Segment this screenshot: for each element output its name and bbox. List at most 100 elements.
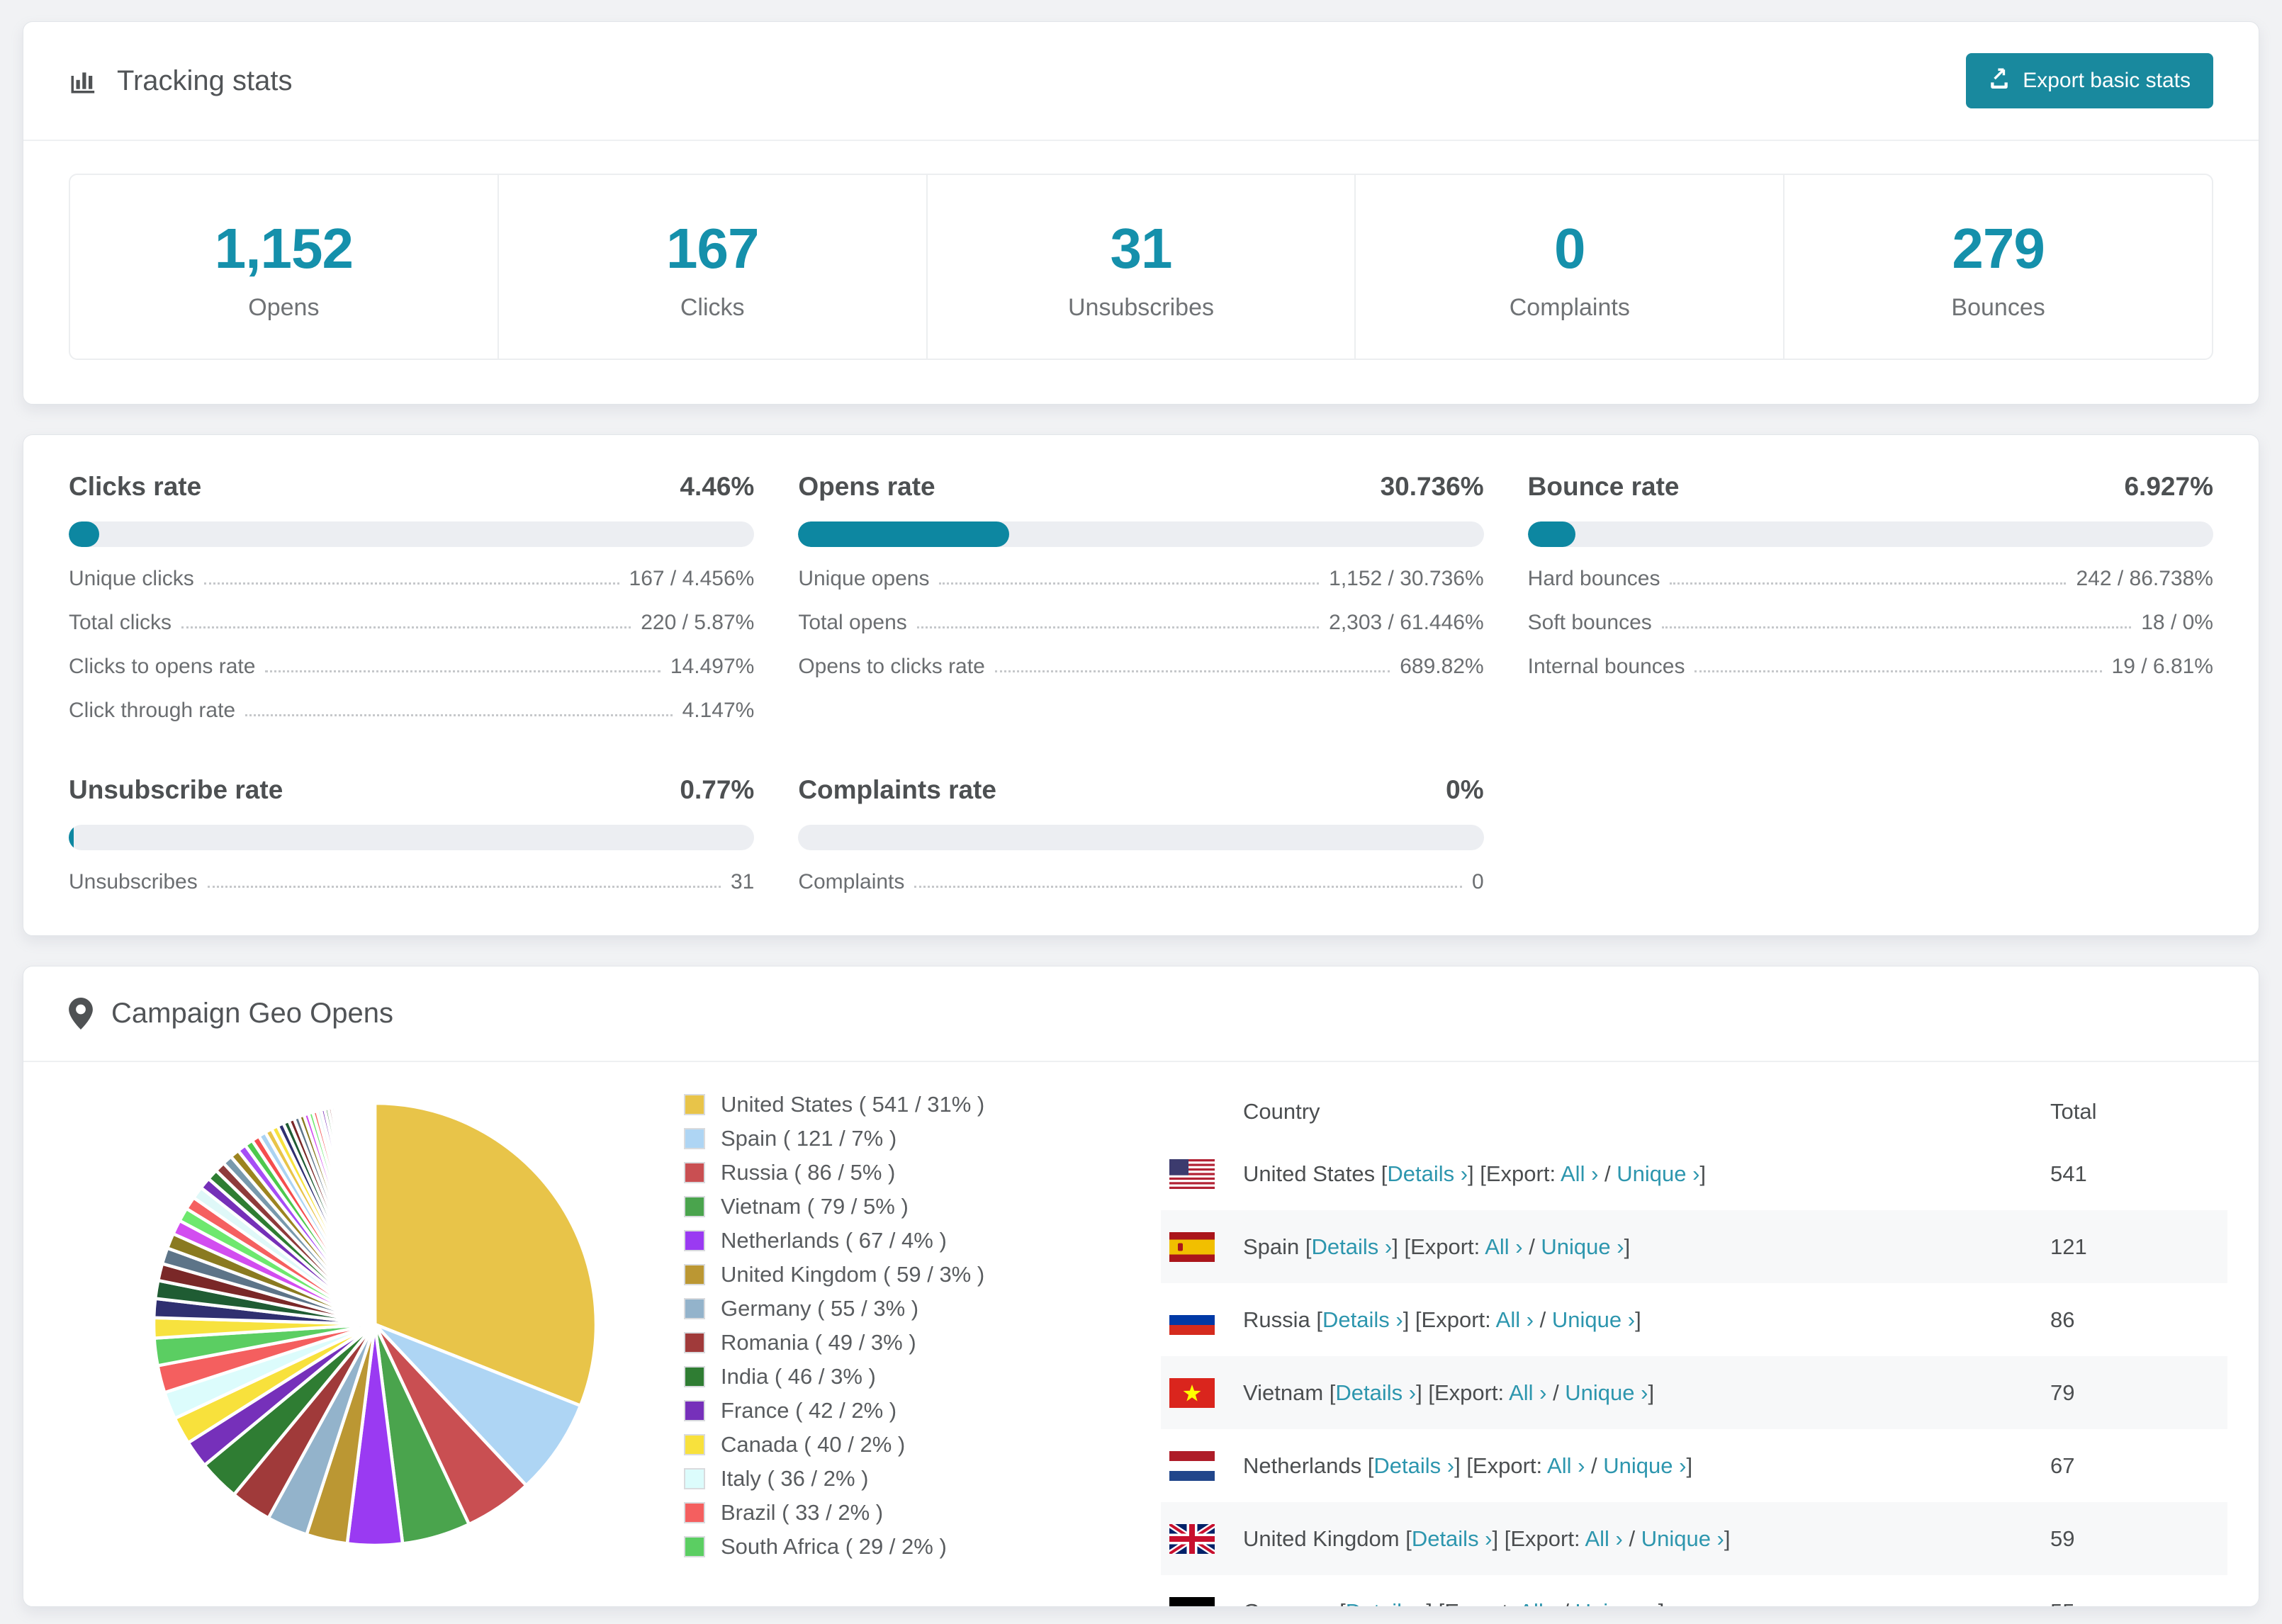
details-link[interactable]: Details › (1346, 1599, 1427, 1607)
legend-swatch (684, 1094, 705, 1115)
export-unique-link[interactable]: Unique › (1541, 1234, 1624, 1259)
complaints-rate-progressbar (798, 825, 1484, 850)
geo-table-row: Germany [Details ›] [Export: All › / Uni… (1161, 1575, 2227, 1607)
country-name: Spain (1243, 1234, 1300, 1259)
legend-swatch (684, 1502, 705, 1523)
legend-label: United Kingdom ( 59 / 3% ) (721, 1262, 985, 1287)
details-link[interactable]: Details › (1322, 1307, 1403, 1332)
unsubscribe-rate-progressbar (69, 825, 755, 850)
legend-swatch (684, 1400, 705, 1421)
stat-label: Complaints (1509, 294, 1630, 321)
legend-item: Italy ( 36 / 2% ) (684, 1466, 984, 1492)
export-all-link[interactable]: All › (1485, 1234, 1522, 1259)
country-name: Russia (1243, 1307, 1310, 1332)
rate-detail-row: Hard bounces 242 / 86.738% (1527, 567, 2213, 590)
campaign-geo-opens-card: Campaign Geo Opens United States ( 541 /… (23, 966, 2259, 1607)
export-unique-link[interactable]: Unique › (1641, 1526, 1724, 1551)
country-name: United States (1243, 1161, 1376, 1186)
rate-percent: 30.736% (1380, 472, 1484, 501)
country-flag-icon (1169, 1377, 1215, 1408)
tracking-stats-card: Tracking stats Export basic stats 1,152 … (23, 21, 2259, 405)
stat-label: Bounces (1951, 294, 2045, 321)
legend-swatch (684, 1434, 705, 1455)
details-link[interactable]: Details › (1312, 1234, 1393, 1259)
export-all-link[interactable]: All › (1585, 1526, 1622, 1551)
country-total: 67 (2050, 1453, 2075, 1478)
stat-value: 279 (1952, 217, 2045, 280)
geo-header: Campaign Geo Opens (23, 966, 2259, 1062)
bar-chart-icon (69, 66, 99, 96)
legend-item: South Africa ( 29 / 2% ) (684, 1534, 984, 1560)
rate-title: Complaints rate (798, 775, 996, 804)
rate-detail-row: Soft bounces 18 / 0% (1527, 611, 2213, 634)
export-unique-link[interactable]: Unique › (1552, 1307, 1635, 1332)
details-link[interactable]: Details › (1387, 1161, 1468, 1186)
legend-label: Netherlands ( 67 / 4% ) (721, 1228, 947, 1253)
clicks-rate-progressbar (69, 521, 755, 547)
rate-detail-row: Complaints 0 (798, 870, 1484, 893)
bounce-rate-progressbar (1527, 521, 2213, 547)
legend-swatch (684, 1468, 705, 1489)
country-name: Netherlands (1243, 1453, 1362, 1478)
legend-item: Romania ( 49 / 3% ) (684, 1330, 984, 1355)
geo-pie-legend: United States ( 541 / 31% ) Spain ( 121 … (684, 1092, 984, 1568)
legend-label: Spain ( 121 / 7% ) (721, 1126, 897, 1151)
country-name: Germany (1243, 1599, 1333, 1607)
rate-title: Unsubscribe rate (69, 775, 283, 804)
rate-percent: 6.927% (2124, 472, 2213, 501)
dotted-leader (245, 714, 673, 716)
country-flag-icon (1169, 1304, 1215, 1335)
export-all-link[interactable]: All › (1519, 1599, 1556, 1607)
legend-item: Germany ( 55 / 3% ) (684, 1296, 984, 1321)
rate-detail-row: Opens to clicks rate 689.82% (798, 655, 1484, 678)
country-total: 541 (2050, 1161, 2087, 1186)
stat-value: 0 (1554, 217, 1585, 280)
geo-table-row: Russia [Details ›] [Export: All › / Uniq… (1161, 1283, 2227, 1356)
export-all-link[interactable]: All › (1561, 1161, 1598, 1186)
geo-table-row: United States [Details ›] [Export: All ›… (1161, 1137, 2227, 1210)
stat-label: Unsubscribes (1068, 294, 1214, 321)
dotted-leader (939, 582, 1320, 585)
geo-pie-chart (148, 1098, 602, 1551)
dotted-leader (1694, 670, 2102, 672)
stat-value: 31 (1110, 217, 1173, 280)
rate-title: Opens rate (798, 472, 935, 501)
export-basic-stats-button[interactable]: Export basic stats (1966, 53, 2213, 108)
dotted-leader (914, 886, 1462, 888)
country-name: Vietnam (1243, 1380, 1324, 1405)
country-total: 121 (2050, 1234, 2087, 1259)
export-all-link[interactable]: All › (1547, 1453, 1585, 1478)
dotted-leader (916, 626, 1320, 628)
export-unique-link[interactable]: Unique › (1575, 1599, 1658, 1607)
legend-label: Italy ( 36 / 2% ) (721, 1466, 869, 1491)
export-unique-link[interactable]: Unique › (1603, 1453, 1686, 1478)
export-all-link[interactable]: All › (1509, 1380, 1546, 1405)
export-unique-link[interactable]: Unique › (1617, 1161, 1699, 1186)
legend-item: Vietnam ( 79 / 5% ) (684, 1194, 984, 1219)
legend-item: India ( 46 / 3% ) (684, 1364, 984, 1389)
export-all-link[interactable]: All › (1496, 1307, 1534, 1332)
legend-swatch (684, 1536, 705, 1557)
rate-detail-row: Clicks to opens rate 14.497% (69, 655, 755, 678)
details-link[interactable]: Details › (1335, 1380, 1416, 1405)
rate-detail-row: Unsubscribes 31 (69, 870, 755, 893)
summary-stats-row: 1,152 Opens 167 Clicks 31 Unsubscribes 0… (69, 174, 2213, 360)
tracking-stats-header: Tracking stats Export basic stats (23, 22, 2259, 141)
export-unique-link[interactable]: Unique › (1565, 1380, 1648, 1405)
dotted-leader (203, 582, 619, 585)
country-total: 79 (2050, 1380, 2075, 1405)
legend-label: Russia ( 86 / 5% ) (721, 1160, 896, 1185)
details-link[interactable]: Details › (1412, 1526, 1493, 1551)
geo-title-wrap: Campaign Geo Opens (69, 998, 393, 1030)
legend-item: United Kingdom ( 59 / 3% ) (684, 1262, 984, 1287)
summary-stat-cell: 1,152 Opens (70, 175, 498, 359)
legend-label: India ( 46 / 3% ) (721, 1364, 876, 1389)
legend-label: Germany ( 55 / 3% ) (721, 1296, 919, 1321)
legend-item: France ( 42 / 2% ) (684, 1398, 984, 1423)
export-icon (1989, 67, 2010, 94)
details-link[interactable]: Details › (1373, 1453, 1454, 1478)
column-header-country: Country (1243, 1099, 1320, 1124)
rate-detail-row: Total clicks 220 / 5.87% (69, 611, 755, 634)
rate-percent: 4.46% (680, 472, 755, 501)
legend-swatch (684, 1366, 705, 1387)
